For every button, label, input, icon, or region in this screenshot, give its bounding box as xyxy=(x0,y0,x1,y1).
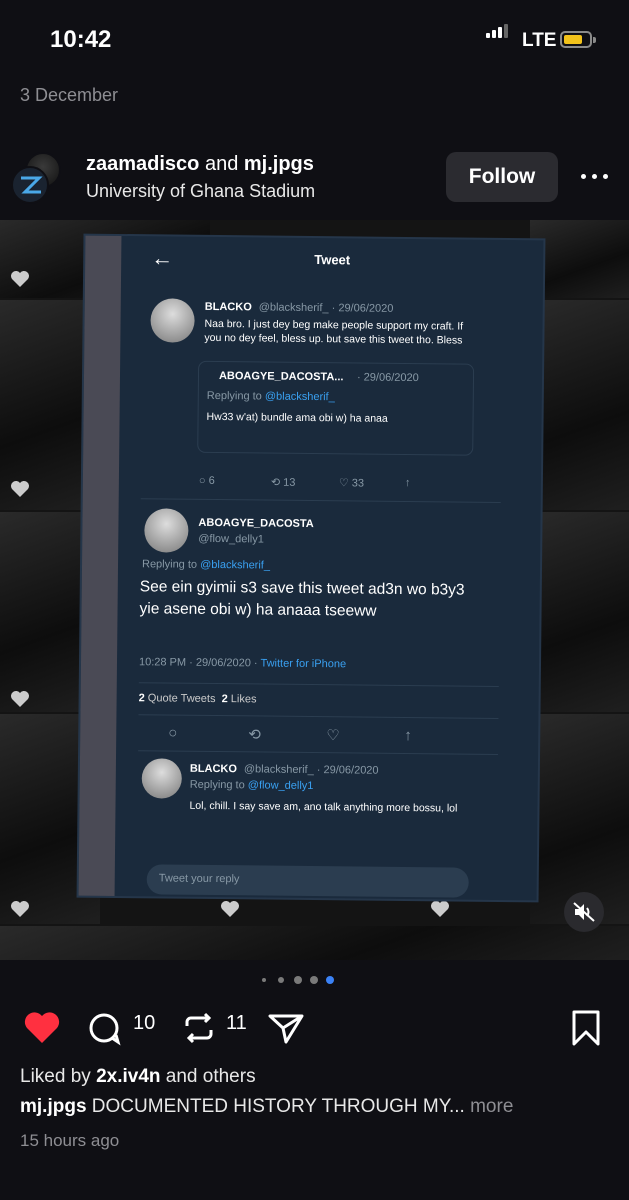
heart-icon xyxy=(431,901,449,917)
collab-avatars[interactable] xyxy=(11,152,63,204)
avatar xyxy=(150,298,195,343)
collage-tile xyxy=(530,512,629,712)
carousel-dot xyxy=(294,976,302,984)
carousel-indicator xyxy=(262,975,342,985)
quoted-author-name: ABOAGYE_DACOSTA... xyxy=(218,370,344,384)
post-location[interactable]: University of Ghana Stadium xyxy=(86,181,315,202)
tweet-engagement: 2 Quote Tweets 2 Likes xyxy=(138,692,257,706)
tweet-author-name: ABOAGYE_DACOSTA xyxy=(198,516,314,531)
tweet-author-handle: @flow_delly1 xyxy=(198,532,264,546)
avatar xyxy=(141,758,182,799)
heart-icon xyxy=(11,901,29,917)
bookmark-icon[interactable] xyxy=(570,1006,602,1050)
tweet-replying-to: Replying to @flow_delly1 xyxy=(189,778,314,793)
tweet-text: Lol, chill. I say save am, ano talk anyt… xyxy=(189,799,458,815)
tweet-replying-to: Replying to @blacksherif_ xyxy=(141,558,271,572)
tweet-screenshot: ← Tweet BLACKO @blacksherif_ · 29/06/202… xyxy=(78,235,544,901)
status-time: 10:42 xyxy=(50,26,112,53)
tweet-text: Naa bro. I just dey beg make people supp… xyxy=(204,317,464,347)
post-actions: 10 11 xyxy=(0,1002,629,1046)
liked-by-user[interactable]: 2x.iv4n xyxy=(96,1066,160,1087)
caption-user[interactable]: mj.jpgs xyxy=(20,1096,87,1117)
collage-tile xyxy=(530,300,629,510)
post-authors[interactable]: zaamadisco and mj.jpgs xyxy=(86,153,314,176)
carousel-dot-active xyxy=(326,976,334,984)
post-caption[interactable]: mj.jpgs DOCUMENTED HISTORY THROUGH MY...… xyxy=(20,1096,620,1118)
post-media[interactable]: ← Tweet BLACKO @blacksherif_ · 29/06/202… xyxy=(0,220,629,960)
quoted-author-meta: · 29/06/2020 xyxy=(356,371,419,385)
author-name[interactable]: mj.jpgs xyxy=(244,153,314,175)
status-bar: 10:42 LTE xyxy=(0,0,629,80)
author-name[interactable]: zaamadisco xyxy=(86,153,199,175)
repost-icon[interactable] xyxy=(181,1006,217,1050)
heart-icon xyxy=(11,691,29,707)
caption-more-link[interactable]: more xyxy=(470,1096,513,1117)
tweet-author-meta: @blacksherif_ · 29/06/2020 xyxy=(258,301,394,315)
comment-icon[interactable] xyxy=(88,1006,122,1050)
repost-count: 11 xyxy=(226,1012,247,1034)
tweet-author-name: BLACKO xyxy=(204,300,252,314)
quoted-replying-to: Replying to @blacksherif_ xyxy=(206,389,335,404)
comment-count: 10 xyxy=(133,1012,156,1034)
heart-icon xyxy=(11,271,29,287)
speaker-muted-icon xyxy=(573,902,595,922)
tweet-author-meta: @blacksherif_ · 29/06/2020 xyxy=(243,763,379,777)
tweet-reply-box: Tweet your reply xyxy=(146,864,469,898)
network-label: LTE xyxy=(522,30,557,51)
post-date: 3 December xyxy=(20,85,119,105)
post-header: zaamadisco and mj.jpgs University of Gha… xyxy=(0,140,629,220)
carousel-dot xyxy=(278,977,284,983)
heart-icon xyxy=(11,481,29,497)
authors-connector: and xyxy=(204,153,239,175)
tweet-actions: ○ ⟲ ♡ ↑ xyxy=(168,724,412,745)
tweet-header: ← Tweet xyxy=(121,236,543,280)
liked-by[interactable]: Liked by 2x.iv4n and others xyxy=(20,1066,256,1088)
more-options-icon[interactable] xyxy=(578,162,612,192)
tweet-timestamp: 10:28 PM · 29/06/2020 · Twitter for iPho… xyxy=(138,656,347,671)
share-icon[interactable] xyxy=(266,1006,306,1050)
tweet-text: See ein gyimii s3 save this tweet ad3n w… xyxy=(139,578,465,620)
follow-button[interactable]: Follow xyxy=(446,152,558,202)
caption-text: DOCUMENTED HISTORY THROUGH MY... xyxy=(91,1096,465,1117)
mute-button[interactable] xyxy=(564,892,604,932)
avatar xyxy=(144,508,189,553)
like-heart-icon[interactable] xyxy=(22,1006,62,1050)
tweet-stats: ○ 6 ⟲ 13 ♡ 33 ↑ xyxy=(198,474,411,490)
tweet-author-name: BLACKO xyxy=(189,762,238,776)
avatar[interactable] xyxy=(11,166,49,204)
quoted-tweet: ABOAGYE_DACOSTA... · 29/06/2020 Replying… xyxy=(197,360,475,456)
carousel-dot xyxy=(310,976,318,984)
tweet-title: Tweet xyxy=(314,252,351,268)
heart-icon xyxy=(221,901,239,917)
post-timestamp: 15 hours ago xyxy=(20,1131,120,1150)
carousel-dot xyxy=(262,978,266,982)
battery-icon xyxy=(560,31,596,48)
collage-tile xyxy=(0,926,629,960)
quoted-tweet-text: Hw33 w'at) bundle ama obi w) ha anaa xyxy=(206,410,388,425)
collage-tile xyxy=(530,220,629,298)
